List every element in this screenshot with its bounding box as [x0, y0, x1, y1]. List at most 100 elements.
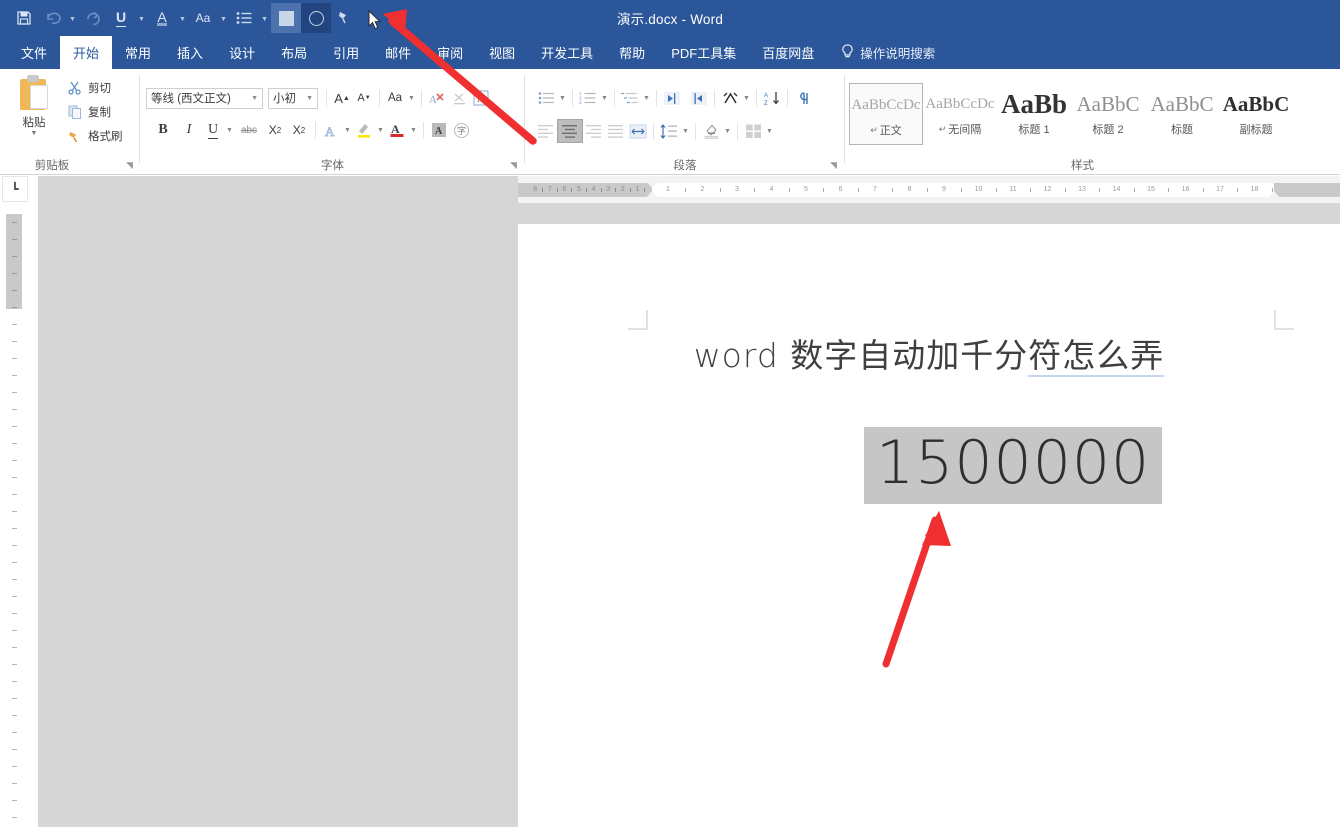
change-case-icon[interactable]: Aa [384, 87, 406, 109]
change-case-dropdown-icon[interactable]: ▼ [406, 87, 417, 109]
tab-references[interactable]: 引用 [320, 36, 372, 69]
style-item-title[interactable]: AaBbC 标题 [1145, 83, 1219, 145]
undo-dropdown-icon[interactable]: ▼ [66, 4, 79, 32]
strikethrough-icon[interactable]: abc [235, 119, 263, 141]
font-color-icon[interactable]: A [386, 119, 408, 141]
selected-number[interactable]: 1500000 [864, 427, 1163, 504]
text-effects-icon[interactable]: A [320, 119, 342, 141]
tab-review[interactable]: 审阅 [424, 36, 476, 69]
font-size-dropdown-icon[interactable]: ▼ [306, 95, 313, 102]
format-painter-icon[interactable] [331, 4, 359, 32]
increase-indent-icon[interactable] [688, 87, 710, 109]
save-icon[interactable] [10, 4, 38, 32]
justify-icon[interactable] [605, 120, 627, 142]
superscript-icon[interactable]: X2 [287, 119, 311, 141]
redo-icon[interactable] [79, 4, 107, 32]
change-case-dropdown-icon[interactable]: ▼ [217, 4, 230, 32]
grow-font-icon[interactable]: A ▲ [331, 87, 353, 109]
italic-icon[interactable]: I [176, 119, 202, 141]
text-highlight-icon[interactable] [353, 119, 375, 141]
font-color-dropdown-icon[interactable]: ▼ [408, 119, 419, 141]
clipboard-dialog-launcher[interactable]: ◥ [126, 160, 133, 171]
subscript-icon[interactable]: X2 [263, 119, 287, 141]
font-color-dropdown-icon[interactable]: ▼ [176, 4, 189, 32]
show-formatting-marks-icon[interactable] [792, 87, 814, 109]
font-name-input[interactable]: 等线 (西文正文) ▼ [146, 87, 263, 109]
text-effects-dropdown-icon[interactable]: ▼ [342, 119, 353, 141]
tab-file[interactable]: 文件 [8, 36, 60, 69]
style-item-heading-1[interactable]: AaBb 标题 1 [997, 83, 1071, 145]
numbering-dropdown-icon[interactable]: ▼ [599, 87, 610, 109]
paste-dropdown-icon[interactable]: ▼ [10, 130, 58, 137]
cut-button[interactable]: 剪切 [66, 79, 111, 96]
shrink-font-icon[interactable]: A ▼ [353, 87, 375, 109]
tab-layout[interactable]: 布局 [268, 36, 320, 69]
copy-button[interactable]: 复制 [66, 103, 111, 120]
document-page[interactable]: word 数字自动加千分符怎么弄 1500000 [518, 224, 1340, 827]
text-highlight-dropdown-icon[interactable]: ▼ [375, 119, 386, 141]
document-heading[interactable]: word 数字自动加千分符怎么弄 [518, 329, 1340, 377]
character-border-icon[interactable]: 字 [450, 119, 472, 141]
tab-design[interactable]: 设计 [216, 36, 268, 69]
style-item-normal[interactable]: AaBbCcDc ↵ 正文 [849, 83, 923, 145]
first-line-indent-marker[interactable] [646, 181, 658, 188]
tab-help[interactable]: 帮助 [606, 36, 658, 69]
tab-developer[interactable]: 开发工具 [528, 36, 606, 69]
format-painter-button[interactable]: 格式刷 [66, 127, 123, 144]
tab-insert[interactable]: 插入 [164, 36, 216, 69]
underline-icon[interactable]: U [107, 4, 135, 32]
tab-pdf-tools[interactable]: PDF工具集 [658, 36, 749, 69]
borders-icon[interactable] [301, 3, 331, 33]
clear-formatting-icon[interactable]: A [426, 87, 448, 109]
multilevel-list-dropdown-icon[interactable]: ▼ [641, 87, 652, 109]
bullets-dropdown-icon[interactable]: ▼ [557, 87, 568, 109]
decrease-indent-icon[interactable] [661, 87, 683, 109]
bullets-dropdown-icon[interactable]: ▼ [258, 4, 271, 32]
hanging-indent-marker[interactable] [646, 191, 658, 198]
east-asian-layout-icon[interactable] [719, 87, 741, 109]
change-case-icon[interactable]: Aa [189, 4, 217, 32]
align-left-icon[interactable] [535, 120, 557, 142]
phonetic-guide-icon[interactable] [448, 87, 470, 109]
font-color-icon[interactable]: A [148, 4, 176, 32]
bullets-icon[interactable] [535, 87, 557, 109]
character-shading-icon[interactable]: A [428, 119, 450, 141]
line-spacing-dropdown-icon[interactable]: ▼ [680, 120, 691, 142]
borders-dropdown-icon[interactable]: ▼ [764, 120, 775, 142]
font-name-dropdown-icon[interactable]: ▼ [251, 95, 258, 102]
font-dialog-launcher[interactable]: ◥ [510, 160, 517, 171]
shading-dropdown-icon[interactable]: ▼ [722, 120, 733, 142]
tab-mailings[interactable]: 邮件 [372, 36, 424, 69]
east-asian-layout-dropdown-icon[interactable]: ▼ [741, 87, 752, 109]
right-indent-marker[interactable] [1268, 191, 1280, 198]
tab-view[interactable]: 视图 [476, 36, 528, 69]
font-size-input[interactable]: 小初 ▼ [268, 87, 318, 109]
paste-button[interactable]: 粘贴 ▼ [10, 75, 58, 137]
line-spacing-icon[interactable] [658, 120, 680, 142]
style-item-no-spacing[interactable]: AaBbCcDc ↵ 无间隔 [923, 83, 997, 145]
multilevel-list-icon[interactable] [619, 87, 641, 109]
bullets-icon[interactable] [230, 4, 258, 32]
horizontal-ruler[interactable]: 8 7 6 5 4 3 2 1 1 2 3 4 5 6 7 8 9 10 11 12 13 14 15 16 17 18 [518, 176, 1340, 203]
undo-icon[interactable] [38, 4, 66, 32]
vertical-ruler[interactable] [6, 214, 22, 827]
bold-icon[interactable]: B [150, 119, 176, 141]
tab-common[interactable]: 常用 [112, 36, 164, 69]
enclose-characters-icon[interactable]: A [470, 87, 492, 109]
tab-home[interactable]: 开始 [60, 36, 113, 69]
tab-baidu-netdisk[interactable]: 百度网盘 [749, 36, 827, 69]
align-right-icon[interactable] [583, 120, 605, 142]
tab-stop-selector[interactable]: ┗ [2, 176, 28, 202]
underline-dropdown-icon[interactable]: ▼ [224, 119, 235, 141]
underline-icon[interactable]: U [202, 119, 224, 141]
borders-icon[interactable] [742, 120, 764, 142]
numbering-icon[interactable]: 123 [577, 87, 599, 109]
style-item-heading-2[interactable]: AaBbC 标题 2 [1071, 83, 1145, 145]
shading-icon[interactable] [271, 3, 301, 33]
tell-me-search[interactable]: 操作说明搜索 [827, 36, 945, 69]
align-center-icon[interactable] [557, 119, 583, 143]
shading-icon[interactable] [700, 120, 722, 142]
sort-icon[interactable]: AZ [761, 87, 783, 109]
distribute-icon[interactable] [627, 120, 649, 142]
style-item-subtitle[interactable]: AaBbC 副标题 [1219, 83, 1293, 145]
